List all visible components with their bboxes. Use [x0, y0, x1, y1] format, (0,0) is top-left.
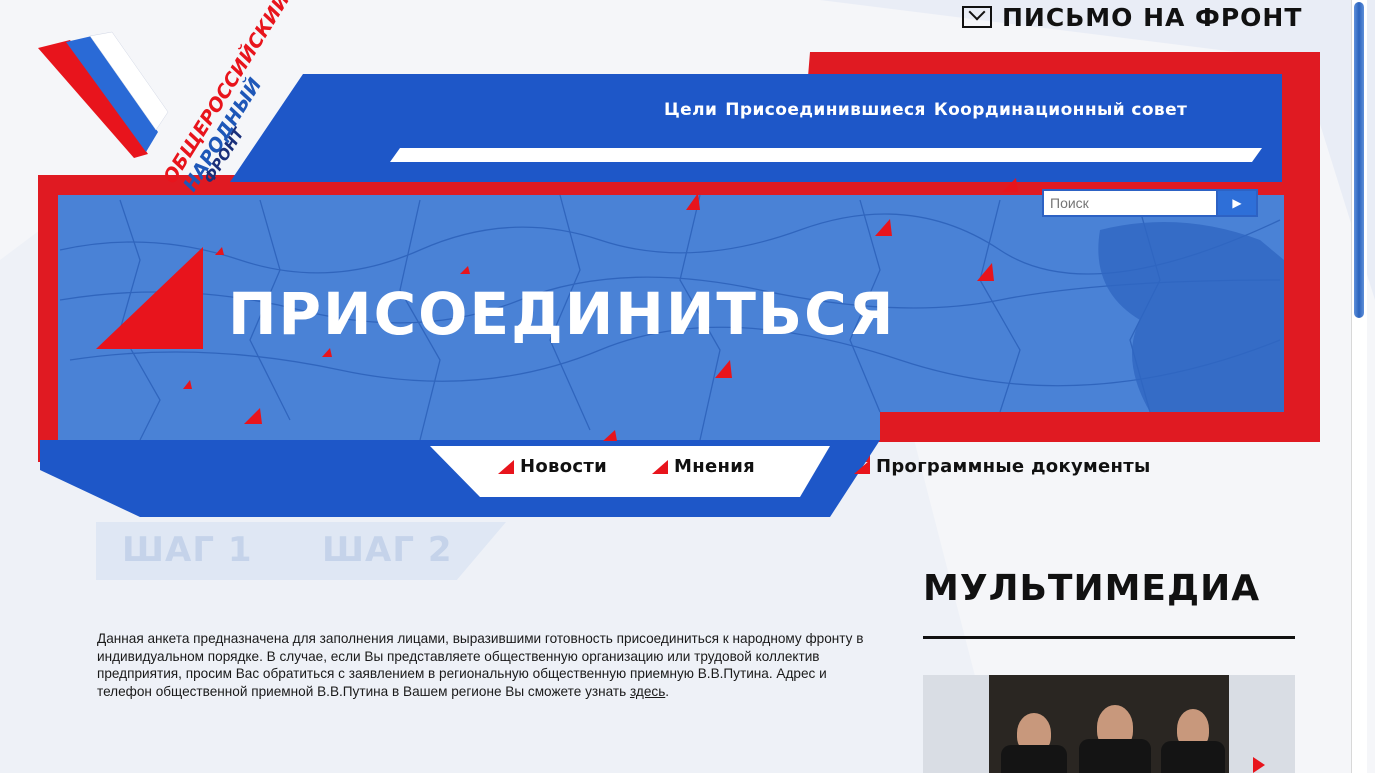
intro-text: Данная анкета предназначена для заполнен… — [97, 630, 877, 700]
subnav-item-news[interactable]: Новости — [498, 456, 607, 477]
onf-logo[interactable]: ОБЩЕРОССИЙСКИЙ НАРОДНЫЙ ФРОНТ — [30, 0, 294, 196]
subnav-label: Программные документы — [876, 456, 1151, 477]
scrollbar-thumb[interactable] — [1354, 2, 1364, 318]
red-triangle-icon — [498, 459, 514, 474]
vertical-scrollbar[interactable] — [1351, 0, 1367, 773]
join-title[interactable]: ПРИСОЕДИНИТЬСЯ — [228, 280, 895, 348]
nav-underline — [390, 148, 1262, 162]
search-box: ▶ — [1042, 189, 1258, 217]
search-button[interactable]: ▶ — [1216, 189, 1258, 217]
red-triangle-icon — [854, 459, 870, 474]
multimedia-preview[interactable] — [923, 675, 1295, 773]
multimedia-divider — [923, 636, 1295, 639]
intro-end: . — [665, 683, 670, 699]
intro-body: Данная анкета предназначена для заполнен… — [97, 631, 864, 699]
nav-item-joined[interactable]: Присоединившиеся — [725, 100, 926, 120]
multimedia-photo[interactable] — [989, 675, 1229, 773]
red-triangle-icon — [652, 459, 668, 474]
next-arrow-icon[interactable] — [1253, 757, 1265, 773]
subnav-label: Новости — [520, 456, 608, 477]
play-arrow-icon: ▶ — [1232, 196, 1242, 210]
top-nav: Цели Присоединившиеся Координационный со… — [664, 100, 1187, 120]
letter-to-front-link[interactable]: ПИСЬМО НА ФРОНТ — [962, 2, 1302, 32]
search-input[interactable] — [1042, 189, 1216, 217]
nav-item-council[interactable]: Координационный совет — [934, 100, 1187, 120]
subnav-label: Мнения — [674, 456, 755, 477]
nav-item-goals[interactable]: Цели — [664, 100, 717, 120]
subnav-item-opinions[interactable]: Мнения — [652, 456, 755, 477]
multimedia-heading: МУЛЬТИМЕДИА — [923, 568, 1261, 609]
subnav-item-documents[interactable]: Программные документы — [854, 456, 1151, 477]
step-2[interactable]: ШАГ 2 — [322, 530, 452, 570]
blue-top-band — [230, 74, 1282, 182]
mail-icon — [962, 6, 992, 28]
step-1[interactable]: ШАГ 1 — [122, 530, 252, 570]
letter-to-front-label: ПИСЬМО НА ФРОНТ — [1002, 2, 1303, 32]
subnav-tab — [430, 446, 830, 497]
here-link[interactable]: здесь — [630, 684, 665, 699]
